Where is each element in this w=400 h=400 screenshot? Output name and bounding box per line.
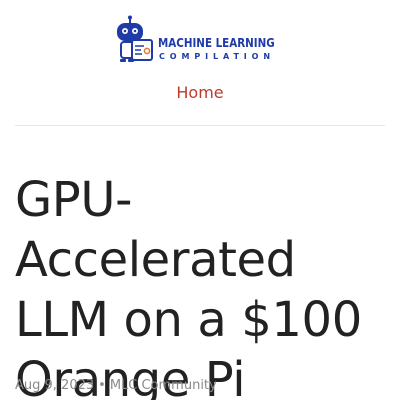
- robot-logo-icon: [117, 15, 153, 62]
- post-author: MLC Community: [109, 378, 217, 393]
- post-date: Aug 9, 2023: [15, 378, 95, 393]
- meta-separator: •: [98, 378, 106, 393]
- logo-title: MACHINE LEARNING: [158, 36, 275, 50]
- site-logo[interactable]: MACHINE LEARNING COMPILATION: [110, 15, 292, 63]
- post-title: GPU-Accelerated LLM on a $100 Orange Pi: [15, 172, 362, 400]
- header-divider: [15, 125, 385, 126]
- page: MACHINE LEARNING COMPILATION Home GPU-Ac…: [0, 0, 400, 400]
- main-nav: Home: [0, 83, 400, 103]
- logo-subtitle: COMPILATION: [159, 52, 275, 61]
- nav-home-link[interactable]: Home: [176, 83, 223, 102]
- post-meta: Aug 9, 2023 • MLC Community: [15, 378, 217, 393]
- site-header: MACHINE LEARNING COMPILATION Home: [0, 0, 400, 126]
